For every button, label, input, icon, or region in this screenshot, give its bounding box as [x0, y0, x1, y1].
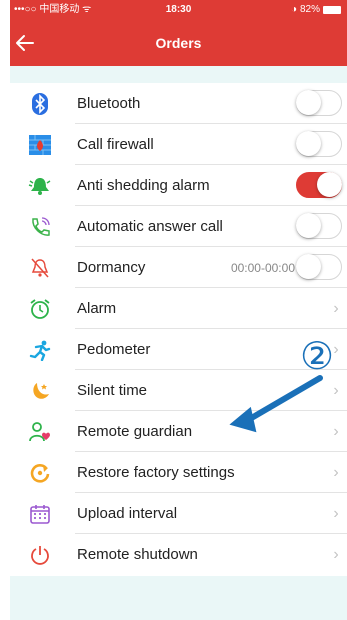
phone-icon [28, 215, 52, 239]
guardian-icon [28, 420, 52, 444]
status-bar: •••○○ 中国移动 ᯤ 18:30 ◑ 82% [10, 0, 347, 20]
calendar-icon [28, 502, 52, 526]
automatic-answer-call-toggle[interactable] [296, 213, 342, 239]
chevron-right-icon: › [333, 423, 339, 440]
battery-percent: 82% [299, 4, 320, 15]
app-screen: •••○○ 中国移动 ᯤ 18:30 ◑ 82% Orders Bluetoot… [10, 0, 347, 620]
anti-shedding-alarm-toggle[interactable] [296, 172, 342, 198]
setting-dormancy: Dormancy 00:00-00:00 [10, 247, 347, 288]
dormancy-toggle[interactable] [296, 254, 342, 280]
chevron-right-icon: › [333, 505, 339, 522]
setting-label: Alarm [77, 300, 117, 317]
setting-label: Remote shutdown [77, 546, 198, 563]
battery-status: ◑ 82% [291, 0, 341, 20]
moon-status-icon: ◑ [290, 4, 297, 15]
nav-bar: Orders [10, 20, 347, 66]
chevron-right-icon: › [333, 300, 339, 317]
restore-icon [28, 461, 52, 485]
call-firewall-toggle[interactable] [296, 131, 342, 157]
setting-restore-factory-settings[interactable]: Restore factory settings › [10, 452, 347, 493]
setting-remote-shutdown[interactable]: Remote shutdown › [10, 534, 347, 575]
chevron-right-icon: › [333, 546, 339, 563]
dormancy-time-range: 00:00-00:00 [230, 260, 295, 275]
setting-label: Upload interval [77, 505, 178, 522]
setting-bluetooth: Bluetooth [10, 83, 347, 124]
bluetooth-icon [28, 92, 52, 116]
setting-label: Restore factory settings [77, 464, 235, 481]
runner-icon [28, 338, 52, 362]
setting-upload-interval[interactable]: Upload interval › [10, 493, 347, 534]
moon-icon [28, 379, 52, 403]
header: •••○○ 中国移动 ᯤ 18:30 ◑ 82% Orders [10, 0, 347, 66]
setting-automatic-answer-call: Automatic answer call [10, 206, 347, 247]
battery-icon [323, 6, 341, 14]
chevron-right-icon: › [333, 464, 339, 481]
setting-call-firewall: Call firewall [10, 124, 347, 165]
bell-alarm-icon [28, 174, 52, 198]
annotation-arrow-icon [229, 375, 323, 433]
page-title: Orders [155, 35, 202, 51]
setting-anti-shedding-alarm: Anti shedding alarm [10, 165, 347, 206]
firewall-icon [28, 133, 52, 157]
settings-list: Bluetooth Call firewall Anti shedding al… [10, 83, 347, 576]
alarm-clock-icon [28, 297, 52, 321]
power-icon [28, 543, 52, 567]
bluetooth-toggle[interactable] [296, 90, 342, 116]
setting-alarm[interactable]: Alarm › [10, 288, 347, 329]
bell-off-icon [28, 256, 52, 280]
